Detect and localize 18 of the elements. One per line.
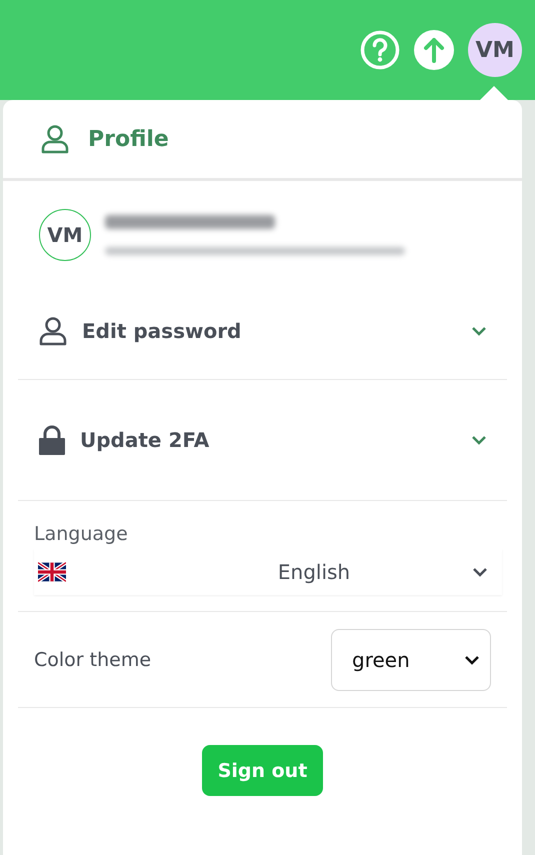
- chevron-icon: [464, 654, 480, 664]
- user-icon: [38, 316, 68, 346]
- upload-button[interactable]: [414, 30, 454, 70]
- panel-title: Profile: [88, 126, 169, 152]
- accordion-header[interactable]: Update 2FA: [18, 380, 507, 500]
- help-icon: [360, 30, 400, 70]
- language-label: Language: [33, 522, 129, 547]
- chevron-icon: [472, 567, 488, 577]
- uk-flag-icon: [38, 562, 66, 582]
- language-select[interactable]: English: [34, 549, 502, 595]
- lock-icon: [38, 425, 66, 455]
- color-theme-label: Color theme: [34, 648, 152, 670]
- avatar-button[interactable]: VM: [468, 23, 522, 77]
- help-button[interactable]: [360, 30, 400, 70]
- color-theme-select[interactable]: green: [331, 628, 491, 690]
- user-avatar: VM: [39, 209, 91, 261]
- accordion-header[interactable]: Edit password: [18, 283, 507, 379]
- user-icon: [40, 124, 70, 154]
